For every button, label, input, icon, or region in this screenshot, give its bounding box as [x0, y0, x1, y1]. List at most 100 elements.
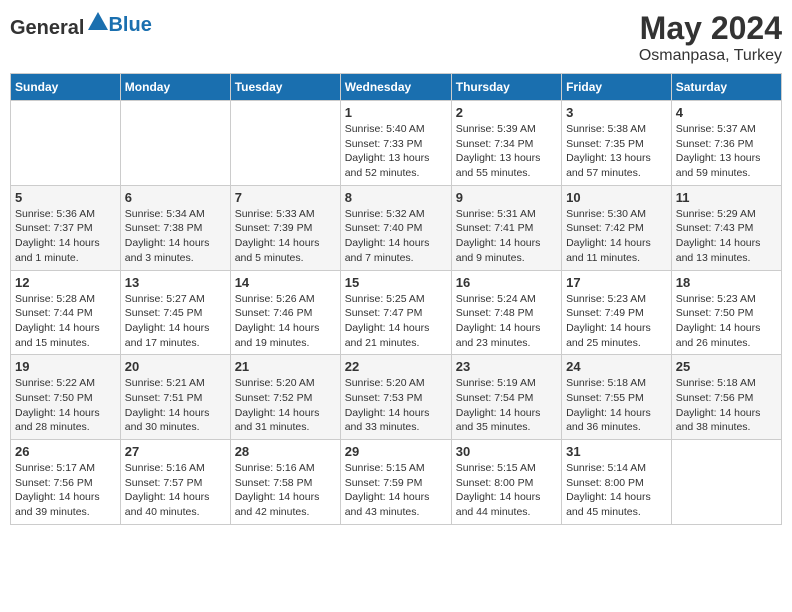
logo-text-blue: Blue	[108, 14, 151, 37]
day-number: 31	[566, 444, 667, 459]
calendar-cell: 23 Sunrise: 5:19 AMSunset: 7:54 PMDayligh…	[451, 355, 561, 440]
page-header: General Blue May 2024 Osmanpasa, Turkey	[10, 10, 782, 65]
calendar-cell: 10 Sunrise: 5:30 AMSunset: 7:42 PMDayligh…	[562, 185, 672, 270]
calendar-cell	[230, 101, 340, 186]
day-info: Sunrise: 5:30 AMSunset: 7:42 PMDaylight:…	[566, 207, 667, 266]
day-number: 28	[235, 444, 336, 459]
day-info: Sunrise: 5:29 AMSunset: 7:43 PMDaylight:…	[676, 207, 777, 266]
calendar-cell	[11, 101, 121, 186]
day-number: 2	[456, 105, 557, 120]
calendar-header: SundayMondayTuesdayWednesdayThursdayFrid…	[11, 74, 782, 101]
day-number: 22	[345, 359, 447, 374]
weekday-header: Friday	[562, 74, 672, 101]
day-info: Sunrise: 5:16 AMSunset: 7:58 PMDaylight:…	[235, 461, 336, 520]
day-info: Sunrise: 5:32 AMSunset: 7:40 PMDaylight:…	[345, 207, 447, 266]
calendar-cell: 17Sunrise: 5:23 AMSunset: 7:49 PMDayligh…	[562, 270, 672, 355]
day-number: 15	[345, 275, 447, 290]
day-info: Sunrise: 5:17 AMSunset: 7:56 PMDaylight:…	[15, 461, 116, 520]
day-number: 24	[566, 359, 667, 374]
day-info: Sunrise: 5:22 AMSunset: 7:50 PMDaylight:…	[15, 376, 116, 435]
weekday-header: Wednesday	[340, 74, 451, 101]
calendar-cell: 29 Sunrise: 5:15 AMSunset: 7:59 PMDayligh…	[340, 440, 451, 525]
weekday-header: Sunday	[11, 74, 121, 101]
day-number: 23	[456, 359, 557, 374]
day-number: 6	[125, 190, 226, 205]
calendar-cell: 5 Sunrise: 5:36 AMSunset: 7:37 PMDaylight…	[11, 185, 121, 270]
calendar-cell: 6 Sunrise: 5:34 AMSunset: 7:38 PMDaylight…	[120, 185, 230, 270]
calendar-cell: 11 Sunrise: 5:29 AMSunset: 7:43 PMDayligh…	[671, 185, 781, 270]
month-title: May 2024	[639, 10, 782, 47]
day-number: 8	[345, 190, 447, 205]
weekday-header: Tuesday	[230, 74, 340, 101]
day-number: 1	[345, 105, 447, 120]
day-info: Sunrise: 5:38 AMSunset: 7:35 PMDaylight:…	[566, 122, 667, 181]
calendar-week-row: 26 Sunrise: 5:17 AMSunset: 7:56 PMDayligh…	[11, 440, 782, 525]
calendar-cell: 30 Sunrise: 5:15 AMSunset: 8:00 PMDayligh…	[451, 440, 561, 525]
weekday-header: Thursday	[451, 74, 561, 101]
day-info: Sunrise: 5:36 AMSunset: 7:37 PMDaylight:…	[15, 207, 116, 266]
day-number: 25	[676, 359, 777, 374]
calendar-week-row: 5 Sunrise: 5:36 AMSunset: 7:37 PMDaylight…	[11, 185, 782, 270]
calendar-cell: 16Sunrise: 5:24 AMSunset: 7:48 PMDayligh…	[451, 270, 561, 355]
day-number: 26	[15, 444, 116, 459]
day-info: Sunrise: 5:40 AMSunset: 7:33 PMDaylight:…	[345, 122, 447, 181]
calendar-cell: 9Sunrise: 5:31 AMSunset: 7:41 PMDaylight…	[451, 185, 561, 270]
day-info: Sunrise: 5:19 AMSunset: 7:54 PMDaylight:…	[456, 376, 557, 435]
calendar-cell: 2Sunrise: 5:39 AMSunset: 7:34 PMDaylight…	[451, 101, 561, 186]
day-info: Sunrise: 5:20 AMSunset: 7:53 PMDaylight:…	[345, 376, 447, 435]
weekday-row: SundayMondayTuesdayWednesdayThursdayFrid…	[11, 74, 782, 101]
calendar-table: SundayMondayTuesdayWednesdayThursdayFrid…	[10, 73, 782, 525]
day-info: Sunrise: 5:26 AMSunset: 7:46 PMDaylight:…	[235, 292, 336, 351]
day-number: 3	[566, 105, 667, 120]
calendar-cell: 8 Sunrise: 5:32 AMSunset: 7:40 PMDaylight…	[340, 185, 451, 270]
calendar-body: 1 Sunrise: 5:40 AMSunset: 7:33 PMDaylight…	[11, 101, 782, 525]
calendar-cell: 3 Sunrise: 5:38 AMSunset: 7:35 PMDaylight…	[562, 101, 672, 186]
day-info: Sunrise: 5:16 AMSunset: 7:57 PMDaylight:…	[125, 461, 226, 520]
day-number: 16	[456, 275, 557, 290]
calendar-cell: 1 Sunrise: 5:40 AMSunset: 7:33 PMDaylight…	[340, 101, 451, 186]
calendar-cell: 14Sunrise: 5:26 AMSunset: 7:46 PMDayligh…	[230, 270, 340, 355]
day-number: 10	[566, 190, 667, 205]
day-info: Sunrise: 5:25 AMSunset: 7:47 PMDaylight:…	[345, 292, 447, 351]
calendar-cell: 22 Sunrise: 5:20 AMSunset: 7:53 PMDayligh…	[340, 355, 451, 440]
weekday-header: Monday	[120, 74, 230, 101]
day-info: Sunrise: 5:31 AMSunset: 7:41 PMDaylight:…	[456, 207, 557, 266]
day-number: 18	[676, 275, 777, 290]
day-number: 4	[676, 105, 777, 120]
day-info: Sunrise: 5:14 AMSunset: 8:00 PMDaylight:…	[566, 461, 667, 520]
calendar-cell: 31 Sunrise: 5:14 AMSunset: 8:00 PMDayligh…	[562, 440, 672, 525]
day-number: 7	[235, 190, 336, 205]
day-info: Sunrise: 5:33 AMSunset: 7:39 PMDaylight:…	[235, 207, 336, 266]
day-number: 11	[676, 190, 777, 205]
logo-icon	[86, 10, 110, 34]
calendar-cell: 27 Sunrise: 5:16 AMSunset: 7:57 PMDayligh…	[120, 440, 230, 525]
day-number: 30	[456, 444, 557, 459]
calendar-cell: 7 Sunrise: 5:33 AMSunset: 7:39 PMDaylight…	[230, 185, 340, 270]
day-info: Sunrise: 5:37 AMSunset: 7:36 PMDaylight:…	[676, 122, 777, 181]
day-number: 5	[15, 190, 116, 205]
calendar-week-row: 19 Sunrise: 5:22 AMSunset: 7:50 PMDayligh…	[11, 355, 782, 440]
day-info: Sunrise: 5:20 AMSunset: 7:52 PMDaylight:…	[235, 376, 336, 435]
logo: General Blue	[10, 10, 152, 40]
day-number: 20	[125, 359, 226, 374]
day-number: 19	[15, 359, 116, 374]
day-info: Sunrise: 5:15 AMSunset: 8:00 PMDaylight:…	[456, 461, 557, 520]
day-info: Sunrise: 5:23 AMSunset: 7:50 PMDaylight:…	[676, 292, 777, 351]
location-title: Osmanpasa, Turkey	[639, 47, 782, 65]
calendar-cell	[671, 440, 781, 525]
calendar-cell: 18 Sunrise: 5:23 AMSunset: 7:50 PMDayligh…	[671, 270, 781, 355]
calendar-cell: 19 Sunrise: 5:22 AMSunset: 7:50 PMDayligh…	[11, 355, 121, 440]
day-info: Sunrise: 5:28 AMSunset: 7:44 PMDaylight:…	[15, 292, 116, 351]
calendar-cell: 12Sunrise: 5:28 AMSunset: 7:44 PMDayligh…	[11, 270, 121, 355]
weekday-header: Saturday	[671, 74, 781, 101]
logo-text-general: General	[10, 17, 84, 39]
day-info: Sunrise: 5:34 AMSunset: 7:38 PMDaylight:…	[125, 207, 226, 266]
day-number: 27	[125, 444, 226, 459]
day-info: Sunrise: 5:23 AMSunset: 7:49 PMDaylight:…	[566, 292, 667, 351]
day-info: Sunrise: 5:15 AMSunset: 7:59 PMDaylight:…	[345, 461, 447, 520]
calendar-cell	[120, 101, 230, 186]
day-number: 29	[345, 444, 447, 459]
calendar-cell: 28 Sunrise: 5:16 AMSunset: 7:58 PMDayligh…	[230, 440, 340, 525]
calendar-cell: 21Sunrise: 5:20 AMSunset: 7:52 PMDayligh…	[230, 355, 340, 440]
calendar-cell: 26 Sunrise: 5:17 AMSunset: 7:56 PMDayligh…	[11, 440, 121, 525]
